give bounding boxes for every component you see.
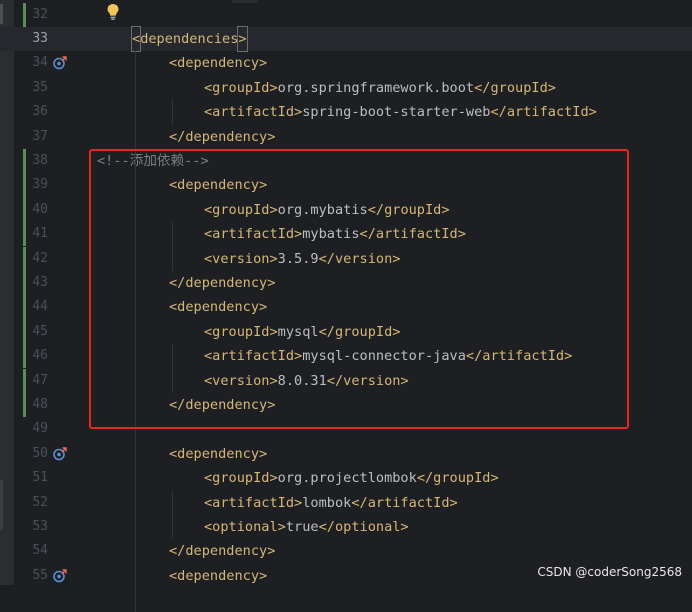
vcs-change-marker[interactable] [23, 319, 26, 345]
xml-tag: </dependency> [169, 128, 276, 145]
line-number[interactable]: 41 [14, 222, 48, 246]
code-editor[interactable]: 32 33 <dependencies> 34 <dependency> 35 <group… [0, 0, 692, 612]
line-number[interactable]: 40 [14, 198, 48, 222]
watermark: CSDN @coderSong2568 [537, 565, 682, 579]
navigate-to-dependency-icon[interactable] [53, 56, 67, 70]
line-number[interactable]: 39 [14, 173, 48, 197]
line-number[interactable]: 51 [14, 466, 48, 490]
line-number[interactable]: 38 [14, 149, 48, 173]
navigate-to-dependency-icon[interactable] [53, 568, 67, 583]
xml-tag: <optional> [204, 518, 286, 535]
line-number[interactable]: 46 [14, 344, 48, 368]
code-line[interactable]: 32 [0, 2, 692, 27]
xml-text: lombok [302, 494, 352, 511]
xml-tag: </artifactId> [490, 104, 597, 121]
vcs-change-marker[interactable] [23, 295, 26, 320]
code-line[interactable]: 33 <dependencies> [0, 25, 692, 53]
code-line[interactable]: 51 <groupId>org.projectlombok</groupId> [0, 466, 692, 490]
navigate-to-dependency-icon[interactable] [53, 446, 67, 461]
xml-tag: </artifactId> [351, 494, 458, 511]
line-number[interactable]: 42 [14, 247, 48, 271]
vcs-change-marker[interactable] [23, 197, 26, 223]
line-number[interactable]: 54 [14, 539, 48, 563]
vcs-change-marker[interactable] [23, 344, 26, 369]
indent-guide [172, 100, 173, 125]
vcs-change-marker[interactable] [23, 246, 26, 271]
xml-tag: <dependencies> [131, 25, 248, 53]
xml-tag: </groupId> [474, 79, 556, 96]
code-line[interactable]: 53 <optional>true</optional> [0, 515, 692, 539]
xml-tag: <groupId> [204, 470, 278, 487]
line-number[interactable]: 44 [14, 295, 48, 319]
line-number[interactable]: 55 [14, 564, 48, 588]
xml-tag: <artifactId> [204, 494, 303, 511]
vcs-change-marker[interactable] [23, 368, 26, 393]
code-text[interactable]: <optional>true</optional> [204, 515, 409, 539]
code-text[interactable]: <dependencies> [131, 25, 248, 53]
xml-tag: <artifactId> [204, 104, 303, 121]
code-text[interactable]: <artifactId>lombok</artifactId> [204, 491, 458, 515]
line-number[interactable]: 32 [14, 3, 48, 27]
line-number[interactable]: 43 [14, 271, 48, 295]
vcs-change-marker[interactable] [23, 222, 26, 247]
indent-guide [172, 490, 173, 540]
xml-text: spring-boot-starter-web [302, 104, 491, 121]
xml-text: org.projectlombok [277, 470, 417, 487]
xml-tag: <groupId> [204, 79, 278, 96]
line-number[interactable]: 50 [14, 442, 48, 466]
xml-tag: </dependency> [169, 543, 276, 560]
vcs-change-marker[interactable] [23, 173, 26, 198]
code-line[interactable]: 54 </dependency> [0, 539, 692, 563]
code-text[interactable]: <artifactId>spring-boot-starter-web</art… [204, 100, 597, 124]
matched-bracket: > [237, 25, 248, 53]
xml-tag: <dependency> [169, 55, 268, 72]
vcs-change-marker[interactable] [23, 148, 26, 174]
line-number[interactable]: 36 [14, 100, 48, 124]
vcs-change-marker[interactable] [23, 2, 26, 27]
vcs-change-marker[interactable] [23, 270, 26, 296]
line-number[interactable]: 53 [14, 515, 48, 539]
line-number[interactable]: 52 [14, 491, 48, 515]
code-text[interactable]: <dependency> [169, 564, 267, 588]
code-line[interactable]: 35 <groupId>org.springframework.boot</gro… [0, 76, 692, 100]
code-line[interactable]: 50 <dependency> [0, 442, 692, 466]
line-number[interactable]: 48 [14, 393, 48, 417]
xml-tag: </optional> [318, 518, 409, 535]
xml-text: org.springframework.boot [277, 79, 475, 96]
code-text[interactable]: <groupId>org.springframework.boot</group… [204, 76, 556, 100]
code-text[interactable]: <dependency> [169, 442, 267, 466]
code-line[interactable]: 34 <dependency> [0, 51, 692, 75]
code-text[interactable]: <dependency> [169, 51, 267, 75]
lightbulb-icon[interactable] [106, 3, 120, 21]
code-text[interactable]: </dependency> [169, 125, 275, 149]
vcs-change-marker[interactable] [23, 392, 26, 418]
code-text[interactable]: <groupId>org.projectlombok</groupId> [204, 466, 499, 490]
line-number[interactable]: 45 [14, 320, 48, 344]
code-line[interactable]: 36 <artifactId>spring-boot-starter-web</a… [0, 100, 692, 124]
matched-bracket: < [131, 25, 142, 53]
highlight-annotation-box [89, 149, 629, 429]
line-number[interactable]: 37 [14, 125, 48, 149]
line-number[interactable]: 49 [14, 417, 48, 441]
line-number[interactable]: 35 [14, 76, 48, 100]
code-line[interactable]: 37 </dependency> [0, 125, 692, 149]
xml-tag: </groupId> [416, 470, 499, 487]
code-text[interactable]: </dependency> [169, 539, 275, 563]
xml-text: true [285, 518, 319, 535]
xml-tag: <dependency> [169, 567, 268, 584]
line-number[interactable]: 33 [14, 27, 48, 51]
code-line[interactable]: 52 <artifactId>lombok</artifactId> [0, 491, 692, 515]
line-number[interactable]: 34 [14, 51, 48, 75]
xml-tag: <dependency> [169, 445, 268, 462]
line-number[interactable]: 47 [14, 369, 48, 393]
